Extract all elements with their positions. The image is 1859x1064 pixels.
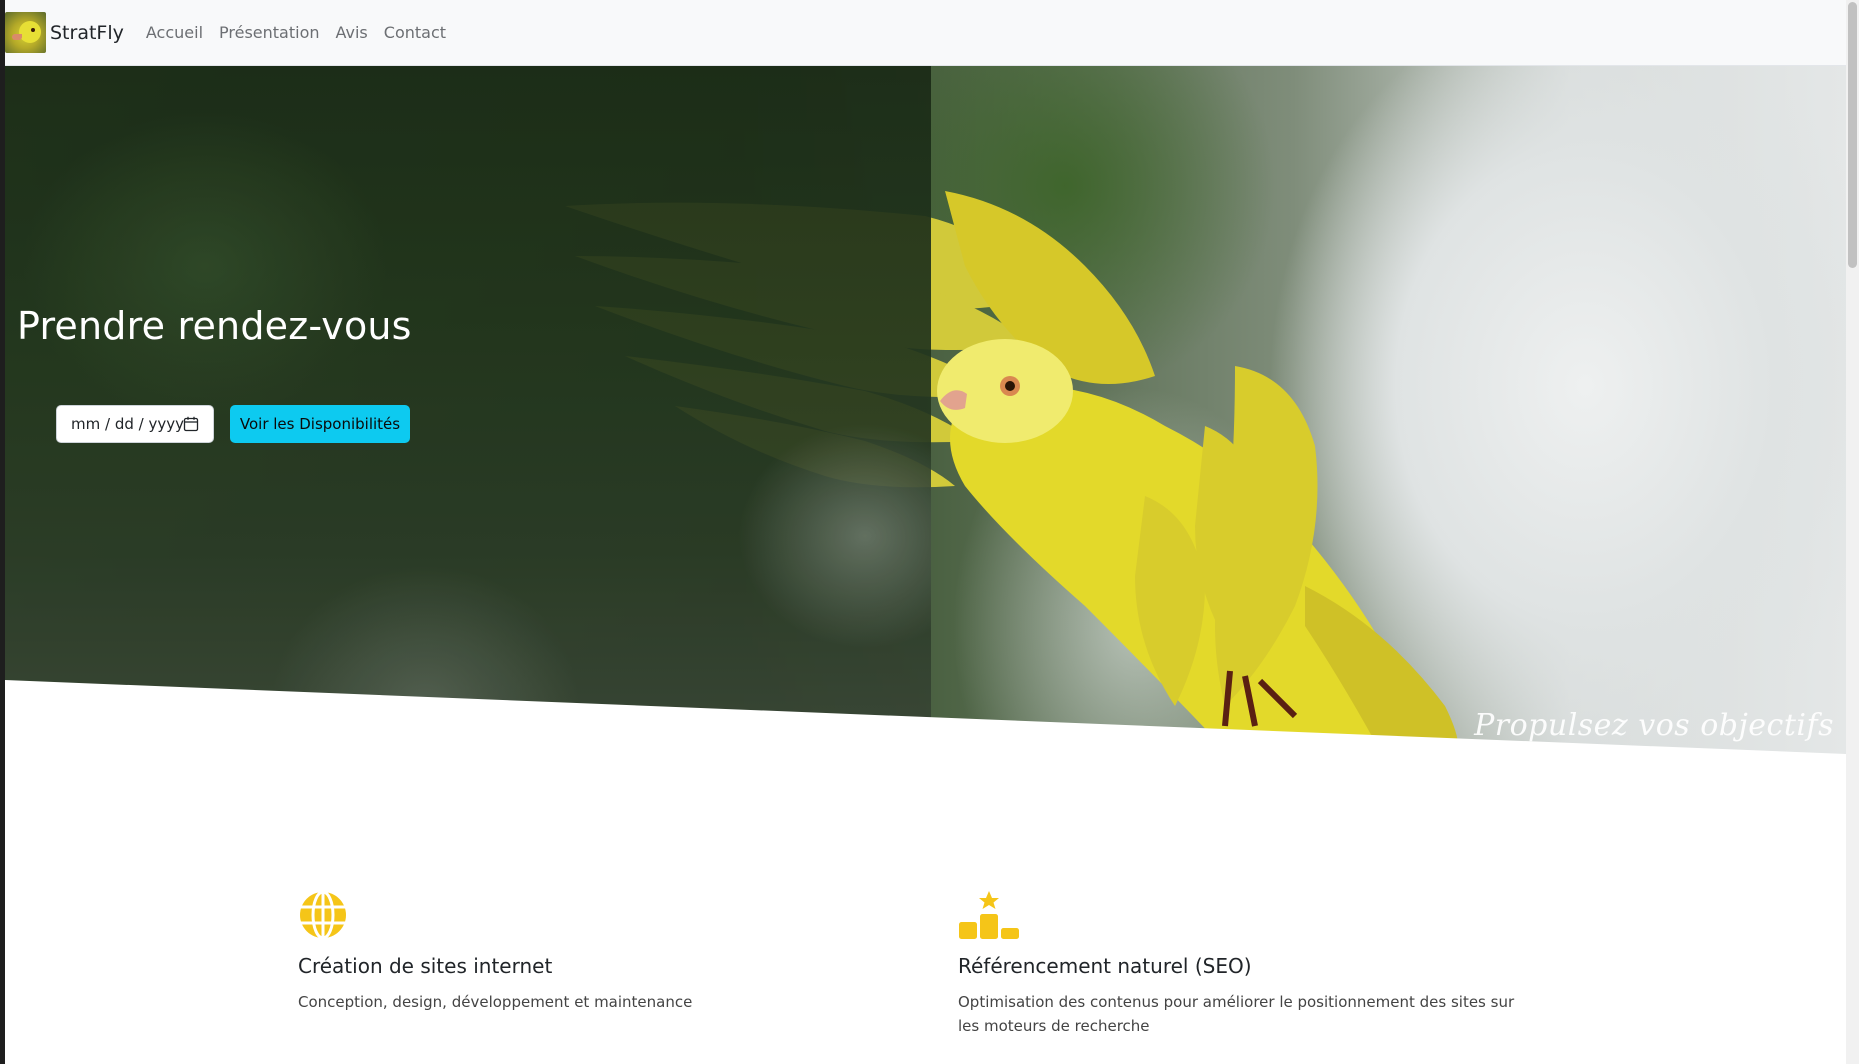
service-title: Création de sites internet [298, 954, 553, 978]
navbar: StratFly Accueil Présentation Avis Conta… [5, 0, 1846, 66]
nav-links: Accueil Présentation Avis Contact [146, 23, 462, 42]
service-description: Optimisation des contenus pour améliorer… [958, 993, 1515, 1035]
hero-section: Prendre rendez-vous mm / dd / yyyy Voir … [5, 66, 1846, 760]
nav-link-contact[interactable]: Contact [384, 23, 446, 42]
brand-name: StratFly [50, 21, 124, 44]
hero-diagonal-divider [5, 680, 1846, 760]
nav-link-avis[interactable]: Avis [336, 23, 368, 42]
service-seo: Référencement naturel (SEO) Optimisation… [958, 890, 1528, 1038]
nav-link-accueil[interactable]: Accueil [146, 23, 203, 42]
yellow-bird-logo-icon [5, 12, 46, 53]
brand[interactable]: StratFly [5, 12, 124, 53]
podium-icon [959, 891, 1019, 939]
page: StratFly Accueil Présentation Avis Conta… [0, 0, 1859, 1064]
page-scrollbar[interactable] [1846, 0, 1859, 1064]
scrollbar-thumb[interactable] [1848, 2, 1857, 268]
service-web-creation: Création de sites internet Conception, d… [298, 890, 858, 1014]
hero-tagline: Propulsez vos objectifs [1474, 708, 1834, 743]
service-description: Conception, design, développement et mai… [298, 993, 693, 1011]
nav-link-presentation[interactable]: Présentation [219, 23, 319, 42]
service-title: Référencement naturel (SEO) [958, 954, 1252, 978]
globe-icon [300, 890, 346, 940]
window-edge [0, 0, 5, 1064]
